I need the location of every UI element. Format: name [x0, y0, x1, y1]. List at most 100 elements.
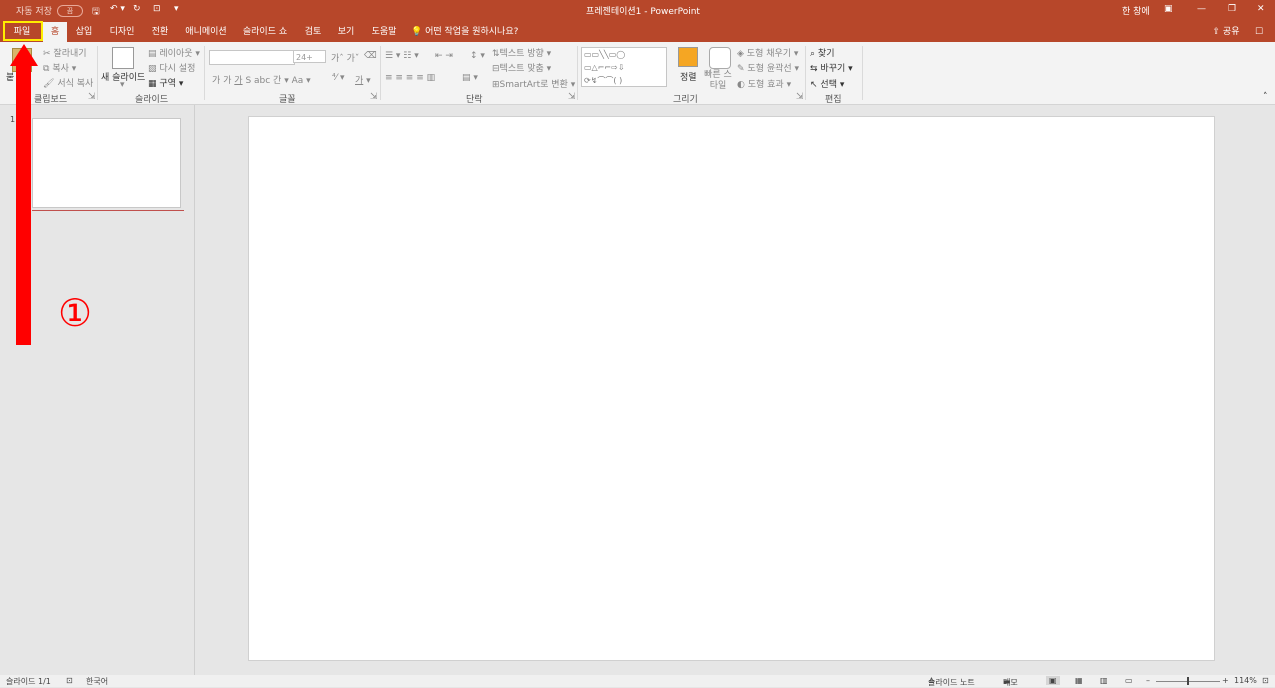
reset-button[interactable]: ▧ 다시 설정 [148, 61, 195, 74]
tab-transitions[interactable]: 전환 [147, 22, 173, 42]
format-painter-button[interactable]: 🖌 서식 복사 [43, 76, 93, 89]
layout-icon: ▤ [148, 49, 157, 59]
slides-group-label: 슬라이드 [135, 95, 169, 105]
align-text-button[interactable]: ⊟텍스트 맞춤 ▾ [492, 61, 551, 74]
scissors-icon: ✂ [43, 49, 51, 59]
smartart-button[interactable]: ⊞SmartArt로 변환 ▾ [492, 77, 575, 90]
paste-label[interactable]: 붙 [6, 70, 14, 83]
select-button[interactable]: ↖ 선택 ▾ [810, 77, 844, 90]
red-arrow-head [10, 44, 38, 66]
section-button[interactable]: ▦ 구역 ▾ [148, 76, 183, 89]
share-label: 공유 [1222, 27, 1240, 37]
zoom-level[interactable]: 114% [1234, 676, 1257, 685]
clipboard-launcher-icon[interactable]: ⇲ [88, 92, 96, 102]
shape-fill-button[interactable]: ◈ 도형 채우기 ▾ [737, 46, 798, 59]
thumbnail-number: 1 [10, 115, 16, 124]
cursor-icon: ↖ [810, 80, 818, 90]
customize-qat-icon[interactable]: ▾ [174, 4, 179, 14]
brush-icon: 🖌 [43, 79, 55, 89]
drawing-launcher-icon[interactable]: ⇲ [796, 92, 804, 102]
copy-button[interactable]: ⧉ 복사 ▾ [43, 61, 76, 74]
editing-group-label: 편집 [825, 95, 842, 105]
arrange-button[interactable]: 정렬 [680, 70, 697, 83]
fit-to-window-icon[interactable]: ⊡ [1262, 676, 1269, 685]
slide-sorter-icon[interactable]: ▦ [1075, 676, 1083, 685]
save-icon[interactable]: 🖫 [92, 4, 100, 20]
shapes-gallery[interactable]: ▭▭╲╲▭◯ ▭△⌐⌐⇨⇩ ⟳↯⌒⌒( ) [581, 47, 667, 87]
find-button[interactable]: ⌕ 찾기 [810, 46, 834, 59]
tell-me-text: 어떤 작업을 원하시나요? [425, 27, 519, 37]
columns-icon[interactable]: ▤ ▾ [462, 73, 478, 83]
replace-button[interactable]: ⇆ 바꾸기 ▾ [810, 61, 853, 74]
reading-view-icon[interactable]: ▥ [1100, 676, 1108, 685]
tab-insert[interactable]: 삽입 [72, 22, 96, 42]
paragraph-launcher-icon[interactable]: ⇲ [568, 92, 576, 102]
clear-formatting-icon[interactable]: ⌫ [364, 51, 377, 61]
close-icon[interactable]: ✕ [1257, 4, 1265, 14]
slideshow-view-icon[interactable]: ▭ [1125, 676, 1133, 685]
cut-button[interactable]: ✂ 잘라내기 [43, 46, 87, 59]
ribbon-home: 붙 ✂ 잘라내기 ⧉ 복사 ▾ 🖌 서식 복사 클립보드 ⇲ 새 슬라이드 ▾ … [0, 42, 1275, 105]
minimize-icon[interactable]: — [1197, 4, 1206, 14]
font-name-input[interactable] [209, 50, 295, 65]
zoom-in-icon[interactable]: + [1222, 676, 1229, 685]
tab-slideshow[interactable]: 슬라이드 쇼 [240, 22, 290, 42]
redo-icon[interactable]: ↻ [133, 4, 141, 14]
magnifier-icon: ⌕ [810, 49, 816, 59]
zoom-slider-thumb[interactable] [1187, 677, 1189, 685]
language[interactable]: 한국어 [86, 676, 108, 687]
tab-help[interactable]: 도움말 [369, 22, 399, 42]
window-mode[interactable]: 한 창에 [1122, 4, 1150, 17]
smartart-icon: ⊞ [492, 80, 500, 90]
slideshow-from-start-icon[interactable]: ⊡ [153, 4, 161, 14]
divider [805, 46, 806, 100]
quick-styles-button[interactable]: 빠른 스타일 [704, 70, 732, 92]
tell-me-box[interactable]: 💡 어떤 작업을 원하시나요? [411, 22, 521, 42]
file-tab-highlight [3, 21, 43, 41]
bullets-icon[interactable]: ☰ ▾ ☷ ▾ [385, 51, 419, 61]
tab-home[interactable]: 홈 [43, 22, 67, 42]
font-size-input[interactable]: 24+ [293, 50, 326, 63]
collapse-ribbon-icon[interactable]: ˄ [1263, 92, 1268, 102]
quick-styles-icon[interactable] [709, 47, 731, 69]
comments-icon[interactable]: ☐ [1251, 22, 1267, 42]
font-launcher-icon[interactable]: ⇲ [370, 92, 378, 102]
font-color-icon[interactable]: 가 ▾ [355, 73, 371, 86]
shape-effects-button[interactable]: ◐ 도형 효과 ▾ [737, 77, 791, 90]
ribbon-display-icon[interactable]: ▣ [1164, 4, 1173, 14]
shape-outline-button[interactable]: ✎ 도형 윤곽선 ▾ [737, 61, 799, 74]
layout-button[interactable]: ▤ 레이아웃 ▾ [148, 46, 200, 59]
divider [862, 46, 863, 100]
slide-editor [195, 105, 1275, 675]
grow-font-icon[interactable]: 가ˆ 가ˇ [331, 51, 359, 64]
zoom-out-icon[interactable]: – [1146, 676, 1150, 685]
copy-icon: ⧉ [43, 64, 50, 74]
tab-design[interactable]: 디자인 [104, 22, 140, 42]
align-icons[interactable]: ≡ ≡ ≡ ≡ ▥ [385, 73, 435, 83]
bold-italic-underline-icons[interactable]: 가 가 가 S abc 간 ▾ Aa ▾ [212, 73, 311, 86]
title-bar: 자동 저장 끔 🖫 ↶ ▾ ↻ ⊡ ▾ 프레젠테이션1 - PowerPoint… [0, 0, 1275, 22]
line-spacing-icon[interactable]: ↕ ▾ [470, 51, 485, 61]
normal-view-icon[interactable]: ▣ [1046, 676, 1060, 685]
tab-animations[interactable]: 애니메이션 [182, 22, 230, 42]
tab-view[interactable]: 보기 [334, 22, 358, 42]
indent-icons[interactable]: ⇤ ⇥ [435, 51, 453, 61]
restore-icon[interactable]: ❐ [1228, 4, 1236, 14]
font-group-label: 글꼴 [279, 95, 296, 105]
accessibility-icon[interactable]: ⊡ [66, 676, 73, 685]
slide-thumbnail[interactable] [32, 118, 181, 208]
paint-bucket-icon: ◈ [737, 49, 744, 59]
arrange-icon[interactable] [678, 47, 698, 67]
divider [204, 46, 205, 100]
text-direction-button[interactable]: ⇅텍스트 방향 ▾ [492, 46, 551, 59]
char-spacing-icon[interactable]: ⁴⁄ ▾ [332, 73, 345, 83]
undo-icon[interactable]: ↶ ▾ [110, 4, 125, 14]
new-slide-dropdown-icon[interactable]: ▾ [120, 80, 125, 90]
share-icon: ⇪ [1212, 27, 1221, 37]
tab-review[interactable]: 검토 [301, 22, 325, 42]
new-slide-icon[interactable] [112, 47, 134, 69]
slide-canvas[interactable] [248, 116, 1215, 661]
autosave-toggle[interactable]: 끔 [57, 5, 83, 17]
section-icon: ▦ [148, 79, 157, 89]
share-button[interactable]: ⇪ 공유 [1208, 22, 1244, 42]
